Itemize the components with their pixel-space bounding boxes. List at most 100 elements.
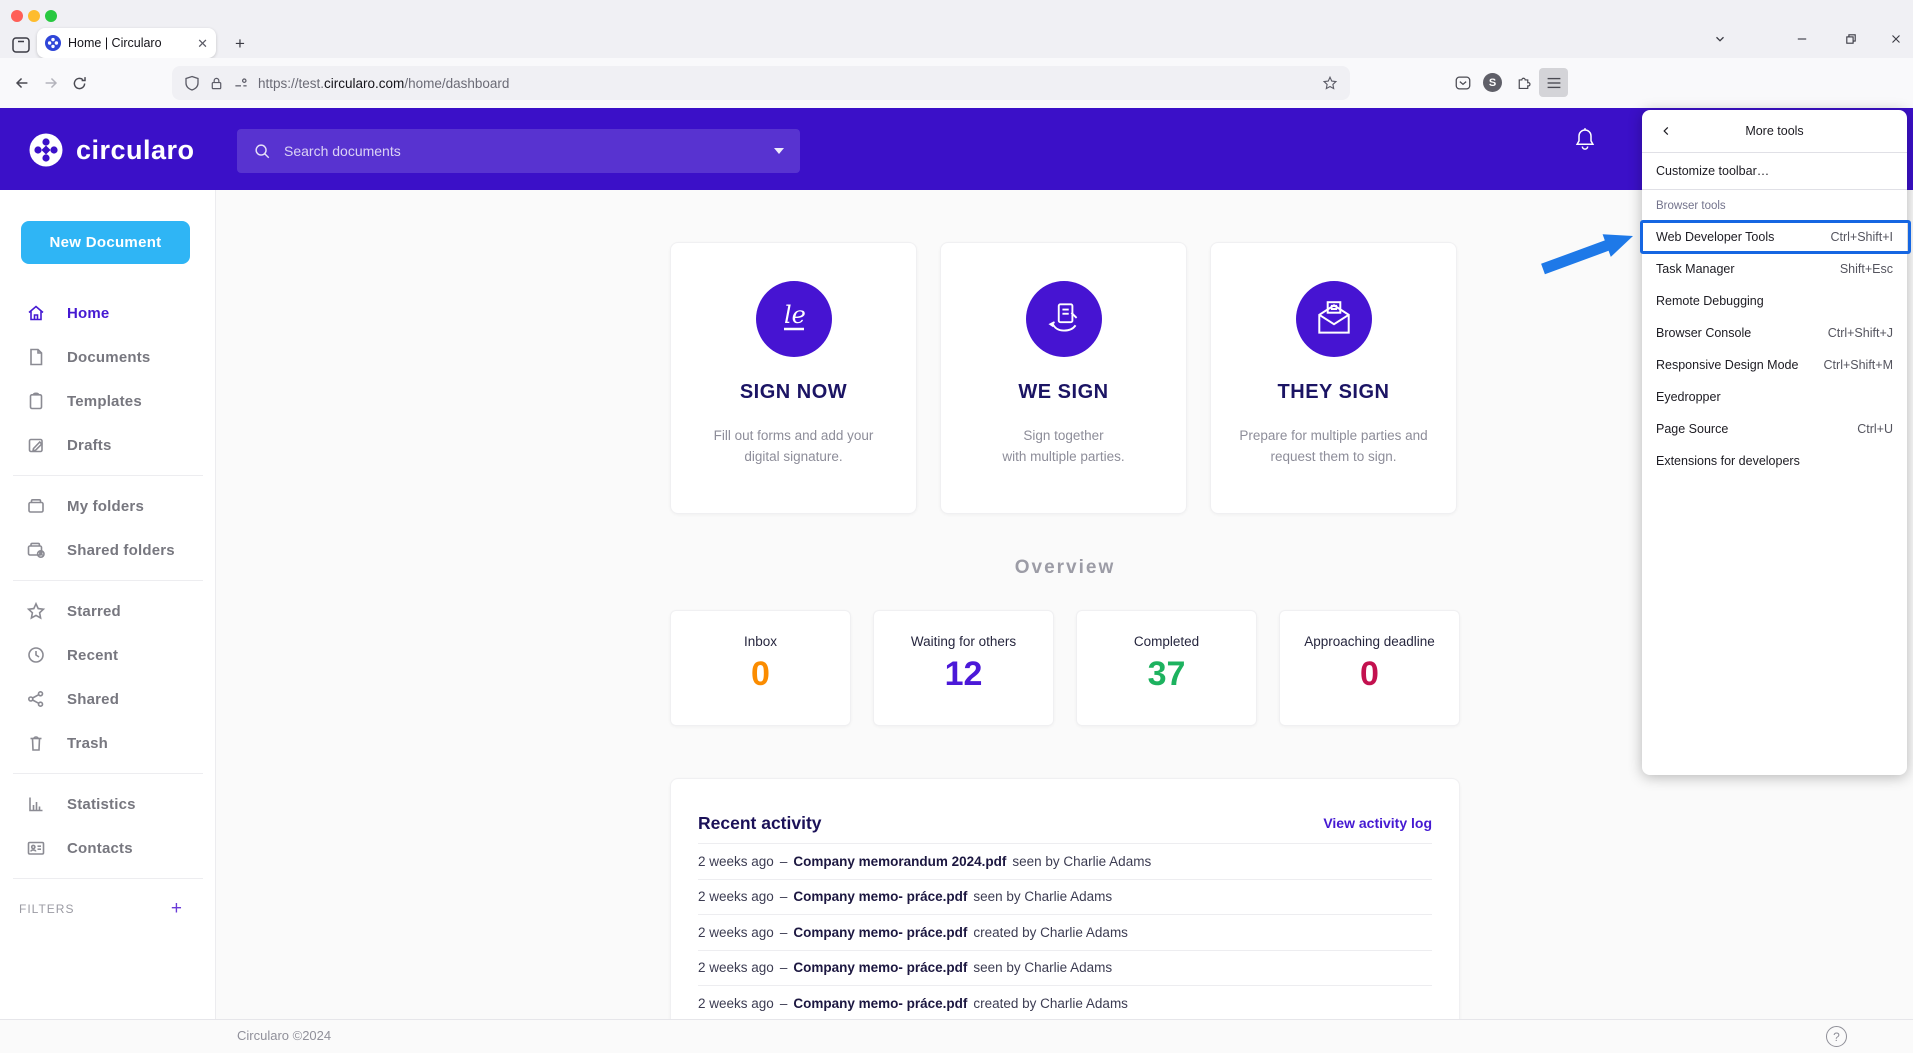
add-filter-icon[interactable]: +	[171, 898, 182, 920]
browser-tab[interactable]: Home | Circularo ✕	[37, 28, 216, 58]
we-sign-card[interactable]: WE SIGN Sign togetherwith multiple parti…	[940, 242, 1187, 514]
stat-card-approaching-deadline[interactable]: Approaching deadline 0	[1279, 610, 1460, 726]
search-input[interactable]	[282, 142, 763, 160]
sidebar-item-contacts[interactable]: Contacts	[0, 826, 216, 870]
activity-row[interactable]: 2 weeks ago– Company memo- práce.pdfseen…	[698, 879, 1432, 915]
activity-row[interactable]: 2 weeks ago– Company memo- práce.pdfcrea…	[698, 914, 1432, 950]
tab-list-chevron-icon[interactable]	[1705, 25, 1735, 53]
annotation-arrow-icon	[1538, 224, 1638, 276]
stat-card-inbox[interactable]: Inbox 0	[670, 610, 851, 726]
activity-row[interactable]: 2 weeks ago– Company memo- práce.pdfseen…	[698, 950, 1432, 986]
action-title: WE SIGN	[941, 381, 1186, 404]
activity-row[interactable]: 2 weeks ago– Company memo- práce.pdfcrea…	[698, 985, 1432, 1021]
sidebar-item-label: Templates	[67, 393, 142, 410]
menu-item-extensions-for-developers[interactable]: Extensions for developers	[1642, 445, 1907, 477]
contacts-icon	[26, 838, 46, 858]
pocket-icon[interactable]	[1448, 68, 1477, 97]
sidebar-divider	[13, 475, 203, 476]
stat-label: Completed	[1077, 634, 1256, 649]
sidebar-item-trash[interactable]: Trash	[0, 721, 216, 765]
stat-value: 0	[671, 655, 850, 694]
menu-item-page-source[interactable]: Page SourceCtrl+U	[1642, 413, 1907, 445]
url-bar[interactable]: https://test.circularo.com/home/dashboar…	[172, 66, 1350, 100]
sidebar-item-documents[interactable]: Documents	[0, 335, 216, 379]
sign-now-card[interactable]: le SIGN NOW Fill out forms and add yourd…	[670, 242, 917, 514]
sidebar-item-shared-folders[interactable]: Shared folders	[0, 528, 216, 572]
menu-item-responsive-design-mode[interactable]: Responsive Design ModeCtrl+Shift+M	[1642, 349, 1907, 381]
menu-item-task-manager[interactable]: Task ManagerShift+Esc	[1642, 253, 1907, 285]
reload-icon[interactable]	[65, 69, 93, 97]
url-text: https://test.circularo.com/home/dashboar…	[258, 76, 1313, 91]
sidebar-divider	[13, 773, 203, 774]
sidebar-item-drafts[interactable]: Drafts	[0, 423, 216, 467]
window-minimize-button[interactable]	[1787, 25, 1817, 53]
sidebar-item-label: Drafts	[67, 437, 112, 454]
trash-icon	[26, 733, 46, 753]
tab-close-icon[interactable]: ✕	[197, 37, 208, 50]
page-footer: Circularo ©2024 ?	[0, 1019, 1913, 1053]
window-minimize-traffic-light[interactable]	[28, 10, 40, 22]
help-icon[interactable]: ?	[1826, 1026, 1847, 1047]
sidebar-item-templates[interactable]: Templates	[0, 379, 216, 423]
sidebar-item-label: Contacts	[67, 840, 133, 857]
back-icon[interactable]	[8, 69, 36, 97]
stat-card-waiting-for-others[interactable]: Waiting for others 12	[873, 610, 1054, 726]
search-icon	[253, 142, 271, 160]
stat-value: 12	[874, 655, 1053, 694]
sidebar-item-shared[interactable]: Shared	[0, 677, 216, 721]
window-restore-button[interactable]	[1836, 25, 1866, 53]
lock-icon[interactable]	[209, 76, 224, 91]
shield-icon[interactable]	[184, 75, 200, 91]
template-icon	[26, 391, 46, 411]
star-icon	[26, 601, 46, 621]
stat-value: 37	[1077, 655, 1256, 694]
menu-item-remote-debugging[interactable]: Remote Debugging	[1642, 285, 1907, 317]
notifications-bell-icon[interactable]	[1570, 124, 1600, 154]
sidebar-item-label: Recent	[67, 647, 118, 664]
sidebar-item-my-folders[interactable]: My folders	[0, 484, 216, 528]
overview-stats: Inbox 0 Waiting for others 12 Completed …	[670, 610, 1460, 726]
bookmark-star-icon[interactable]	[1322, 75, 1338, 91]
new-tab-button[interactable]: +	[227, 31, 253, 57]
search-bar[interactable]	[237, 129, 800, 173]
view-activity-log-link[interactable]: View activity log	[1323, 815, 1432, 831]
extensions-puzzle-icon[interactable]	[1509, 68, 1538, 97]
action-title: THEY SIGN	[1211, 381, 1456, 404]
sidebar-item-starred[interactable]: Starred	[0, 589, 216, 633]
menu-item-browser-console[interactable]: Browser ConsoleCtrl+Shift+J	[1642, 317, 1907, 349]
sidebar-item-recent[interactable]: Recent	[0, 633, 216, 677]
they-sign-card[interactable]: THEY SIGN Prepare for multiple parties a…	[1210, 242, 1457, 514]
action-description: Fill out forms and add yourdigital signa…	[671, 426, 916, 468]
svg-text:le: le	[784, 301, 806, 329]
menu-item-eyedropper[interactable]: Eyedropper	[1642, 381, 1907, 413]
window-zoom-traffic-light[interactable]	[45, 10, 57, 22]
stat-card-completed[interactable]: Completed 37	[1076, 610, 1257, 726]
forward-icon[interactable]	[37, 69, 65, 97]
permissions-icon[interactable]	[233, 76, 249, 91]
window-close-traffic-light[interactable]	[11, 10, 23, 22]
filters-label: FILTERS	[19, 902, 74, 916]
search-dropdown-chevron-icon[interactable]	[774, 148, 784, 154]
tab-title: Home | Circularo	[68, 36, 190, 50]
sign-action-cards: le SIGN NOW Fill out forms and add yourd…	[670, 242, 1457, 514]
stat-label: Waiting for others	[874, 634, 1053, 649]
hamburger-menu-icon[interactable]	[1539, 68, 1568, 97]
menu-item-customize-toolbar[interactable]: Customize toolbar…	[1642, 153, 1907, 189]
firefox-view-icon[interactable]	[8, 34, 34, 56]
sidebar-item-home[interactable]: Home	[0, 291, 216, 335]
sidebar-item-statistics[interactable]: Statistics	[0, 782, 216, 826]
menu-title: More tools	[1642, 124, 1907, 138]
envelope-icon	[1296, 281, 1372, 357]
menu-back-chevron-icon[interactable]	[1652, 117, 1680, 145]
folder-icon	[26, 496, 46, 516]
sidebar-item-label: Documents	[67, 349, 150, 366]
action-description: Prepare for multiple parties andrequest …	[1211, 426, 1456, 468]
overview-title: Overview	[670, 557, 1460, 579]
window-close-button[interactable]	[1881, 25, 1911, 53]
new-document-button[interactable]: New Document	[21, 221, 190, 264]
copyright-text: Circularo ©2024	[237, 1028, 331, 1043]
sidebar-divider	[13, 878, 203, 879]
menu-section-browser-tools: Browser tools	[1642, 190, 1907, 221]
activity-row[interactable]: 2 weeks ago– Company memorandum 2024.pdf…	[698, 843, 1432, 879]
extension-badge-icon[interactable]: S	[1478, 68, 1507, 97]
